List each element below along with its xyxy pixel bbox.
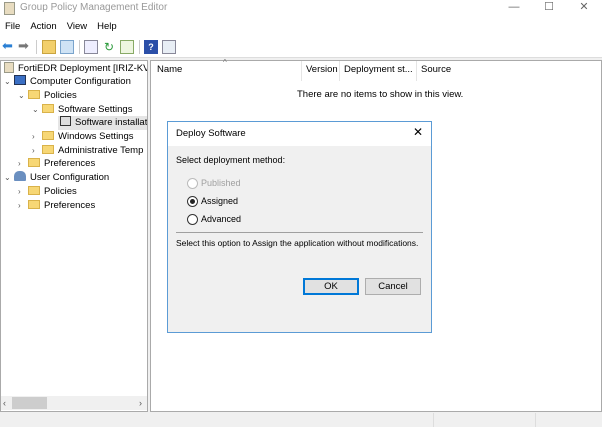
app-icon [4,2,15,15]
show-hide-tree-icon[interactable] [60,40,74,54]
tree-item-user-preferences[interactable]: › Preferences [18,199,95,213]
radio-label: Advanced [201,214,242,224]
radio-button [187,178,198,189]
help-icon[interactable]: ? [144,40,158,54]
folder-icon [42,131,54,140]
menu-view[interactable]: View [62,17,92,32]
dialog-title: Deploy Software [176,128,246,139]
radio-published: Published [168,177,368,190]
tree-label: Administrative Temp [58,145,144,156]
tree-item-administrative-templates[interactable]: › Administrative Temp [32,144,143,158]
radio-button[interactable] [187,196,198,207]
menu-help[interactable]: Help [92,17,122,32]
folder-icon [42,104,54,113]
column-version[interactable]: Version [306,64,338,75]
tree-label: Software Settings [58,104,133,115]
deploy-software-dialog: Deploy Software ✕ Select deployment meth… [167,121,432,333]
action-pane-icon[interactable] [162,40,176,54]
dialog-close-icon[interactable]: ✕ [413,125,423,139]
maximize-button[interactable]: ☐ [532,0,566,17]
radio-label: Published [201,178,241,188]
software-installation-icon [60,116,71,126]
tree-label: Policies [44,90,77,101]
scroll-left-icon[interactable]: ‹ [3,398,6,408]
column-deployment-state[interactable]: Deployment st... [344,64,413,75]
refresh-icon[interactable]: ↻ [102,40,116,54]
chevron-down-icon[interactable]: ⌄ [4,171,14,185]
tree-label: Windows Settings [58,131,134,142]
horizontal-scrollbar[interactable]: ‹ › [1,396,147,410]
divider [176,232,423,233]
ok-button[interactable]: OK [303,278,359,295]
policy-icon [4,62,14,73]
tree-item-computer-configuration[interactable]: ⌄ Computer Configuration [4,75,131,89]
empty-list-message: There are no items to show in this view. [297,89,464,100]
toolbar: ⬅ ➡ ↻ ? [0,36,602,58]
properties-icon[interactable] [84,40,98,54]
cancel-button[interactable]: Cancel [365,278,421,295]
tree-pane: FortiEDR Deployment [IRIZ-KVM ⌄ Computer … [0,60,148,412]
minimize-button[interactable]: — [497,0,531,17]
tree-label: Policies [44,186,77,197]
tree-item-preferences[interactable]: › Preferences [18,157,95,171]
chevron-down-icon[interactable]: ⌄ [18,89,28,103]
window-title: Group Policy Management Editor [20,2,168,13]
chevron-right-icon[interactable]: › [32,144,42,158]
tree-label: Preferences [44,200,96,211]
tree-label: Computer Configuration [30,76,131,87]
deployment-method-prompt: Select deployment method: [176,155,286,165]
scrollbar-thumb[interactable] [12,397,47,409]
folder-icon [28,90,40,99]
tree-item-software-installation[interactable]: Software installat [58,116,148,130]
radio-advanced[interactable]: Advanced [168,213,368,226]
computer-icon [14,75,26,85]
column-name[interactable]: Name [157,64,182,75]
status-bar [0,413,602,427]
folder-icon [28,158,40,167]
menu-action[interactable]: Action [25,17,61,32]
menu-bar: File Action View Help [0,17,602,36]
tree-item-software-settings[interactable]: ⌄ Software Settings [32,103,132,117]
option-description: Select this option to Assign the applica… [176,238,419,248]
close-button[interactable]: ✕ [567,0,601,17]
menu-file[interactable]: File [0,17,25,32]
tree-label: User Configuration [30,172,110,183]
title-bar: Group Policy Management Editor — ☐ ✕ [0,0,602,17]
tree-item-gpo[interactable]: FortiEDR Deployment [IRIZ-KVM [4,62,148,76]
chevron-right-icon[interactable]: › [32,130,42,144]
tree-item-user-configuration[interactable]: ⌄ User Configuration [4,171,109,185]
column-source[interactable]: Source [421,64,451,75]
radio-assigned[interactable]: Assigned [168,195,368,208]
chevron-down-icon[interactable]: ⌄ [4,75,14,89]
tree-label: Software installat [75,117,148,128]
tree-label: Preferences [44,158,96,169]
dialog-title-bar: Deploy Software ✕ [168,122,431,146]
tree-item-windows-settings[interactable]: › Windows Settings [32,130,134,144]
folder-icon [28,200,40,209]
chevron-right-icon[interactable]: › [18,157,28,171]
tree-item-policies[interactable]: ⌄ Policies [18,89,77,103]
folder-icon [42,145,54,154]
tree-item-user-policies[interactable]: › Policies [18,185,77,199]
radio-button[interactable] [187,214,198,225]
folder-icon [28,186,40,195]
user-icon [14,171,26,181]
chevron-down-icon[interactable]: ⌄ [32,103,42,117]
export-icon[interactable] [120,40,134,54]
sort-ascending-icon: ^ [223,58,227,67]
back-icon[interactable]: ⬅ [2,39,16,54]
up-folder-icon[interactable] [42,40,56,54]
scroll-right-icon[interactable]: › [139,398,142,408]
radio-label: Assigned [201,196,239,206]
forward-icon[interactable]: ➡ [18,39,32,54]
tree-label: FortiEDR Deployment [IRIZ-KVM [18,63,148,74]
chevron-right-icon[interactable]: › [18,185,28,199]
chevron-right-icon[interactable]: › [18,199,28,213]
